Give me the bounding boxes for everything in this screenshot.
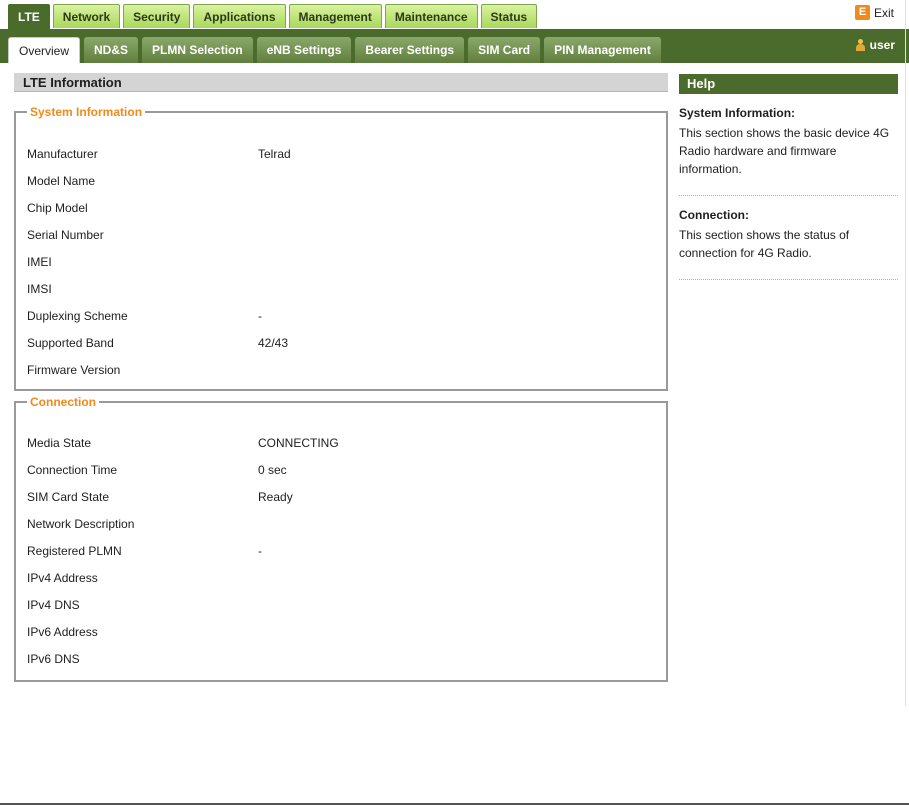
subtab-plmn-selection[interactable]: PLMN Selection [142,37,253,63]
system-information-legend: System Information [30,105,143,119]
system-information-panel: System Information Manufacturer Telrad Mo… [14,105,668,391]
bottom-divider [0,803,909,805]
subtab-overview[interactable]: Overview [8,37,81,63]
row-label: Supported Band [27,336,114,350]
row-label: IPv6 Address [27,625,98,639]
exit-button[interactable]: E Exit [854,5,894,20]
row-label: IPv4 DNS [27,598,80,612]
subtab-bearer-settings[interactable]: Bearer Settings [355,37,465,63]
subtab-nds[interactable]: ND&S [84,37,139,63]
row-label: Firmware Version [27,363,121,377]
row-value: Telrad [258,147,291,161]
tab-network[interactable]: Network [52,4,121,28]
row-label: Network Description [27,517,135,531]
row-label: Media State [27,436,92,450]
row-value: 42/43 [258,336,289,350]
row-label: IPv4 Address [27,571,98,585]
subtab-enb-settings[interactable]: eNB Settings [256,37,352,63]
row-label: SIM Card State [27,490,110,504]
sub-nav-bar: Overview ND&S PLMN Selection eNB Setting… [0,29,909,63]
scrollbar-edge [905,0,906,706]
help-header: Help [679,74,898,94]
tab-lte[interactable]: LTE [8,4,50,29]
row-label: Model Name [27,174,96,188]
row-label: Serial Number [27,228,104,242]
row-value: Ready [258,490,293,504]
tab-status[interactable]: Status [480,4,538,28]
subtab-sim-card[interactable]: SIM Card [468,37,541,63]
tab-applications[interactable]: Applications [193,4,286,28]
top-nav: LTE Network Security Applications Manage… [8,4,540,29]
row-label: IMSI [27,282,52,296]
user-label: user [869,38,895,52]
tab-maintenance[interactable]: Maintenance [384,4,478,28]
page-title: LTE Information [14,73,668,92]
exit-icon: E [854,5,870,20]
row-value: - [258,309,262,323]
tab-management[interactable]: Management [288,4,382,28]
row-value: CONNECTING [258,436,339,450]
row-label: Manufacturer [27,147,98,161]
row-label: Registered PLMN [27,544,122,558]
user-icon [855,39,865,51]
connection-panel: Connection Media State CONNECTING Connect… [14,395,668,682]
row-value: 0 sec [258,463,287,477]
user-menu[interactable]: user [855,38,895,52]
row-label: IMEI [27,255,52,269]
help-heading: Connection: [679,208,749,222]
row-label: IPv6 DNS [27,652,80,666]
help-heading: System Information: [679,106,796,120]
row-value: - [258,544,262,558]
help-text: This section shows the basic device 4G R… [679,126,890,176]
row-label: Chip Model [27,201,88,215]
connection-legend: Connection [30,395,96,409]
row-label: Duplexing Scheme [27,309,128,323]
help-text: This section shows the status of connect… [679,228,850,260]
subtab-pin-management[interactable]: PIN Management [544,37,661,63]
help-item-connection: Connection: This section shows the statu… [679,206,898,280]
row-label: Connection Time [27,463,118,477]
exit-label: Exit [873,5,894,20]
tab-security[interactable]: Security [123,4,191,28]
help-item-system-information: System Information: This section shows t… [679,104,898,196]
